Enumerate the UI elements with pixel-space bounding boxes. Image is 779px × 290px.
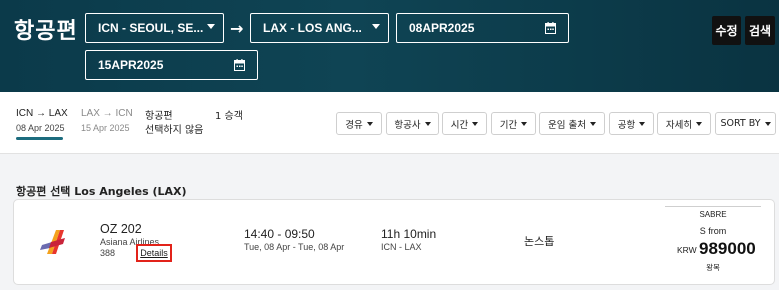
price-amount: 989000 xyxy=(699,239,756,258)
leg-route: LAX → ICN xyxy=(81,108,133,119)
leg-tab-outbound[interactable]: ICN → LAX 08 Apr 2025 xyxy=(16,108,68,133)
caret-down-icon xyxy=(521,121,528,126)
filter-label: 항공사 xyxy=(394,119,421,131)
flight-duration: 11h 10min xyxy=(381,227,437,241)
calendar-icon xyxy=(234,59,245,71)
flight-status: 선택하지 않음 xyxy=(145,125,204,136)
edit-button[interactable]: 수정 xyxy=(712,16,741,45)
origin-value: ICN - SEOUL, SE... xyxy=(98,21,204,35)
flight-number: OZ 202 xyxy=(100,222,142,236)
chevron-down-icon xyxy=(207,24,215,29)
stops-label: 논스톱 xyxy=(524,235,555,248)
passenger-count: 1 승객 xyxy=(215,111,243,122)
destination-value: LAX - LOS ANG... xyxy=(263,21,362,35)
section-title: 항공편 선택 Los Angeles (LAX) xyxy=(16,185,187,198)
filter-airline[interactable]: 항공사 xyxy=(386,112,439,135)
filter-label: SORT BY xyxy=(720,118,761,129)
origin-select[interactable]: ICN - SEOUL, SE... xyxy=(85,13,224,43)
filter-label: 운임 출처 xyxy=(548,119,586,131)
page-title: 항공편 xyxy=(14,19,78,44)
caret-down-icon xyxy=(472,121,479,126)
filter-more[interactable]: 자세히 xyxy=(657,112,711,135)
filter-label: 기간 xyxy=(499,119,518,131)
price-box[interactable]: SABRE S from KRW 989000 왕복 xyxy=(665,206,761,278)
caret-down-icon xyxy=(589,121,596,126)
aircraft-type: 388 xyxy=(100,248,116,258)
caret-down-icon xyxy=(764,121,771,126)
trip-type: 왕복 xyxy=(706,263,720,272)
leg-route: ICN → LAX xyxy=(16,108,68,119)
return-date-value: 15APR2025 xyxy=(98,58,164,72)
chevron-down-icon xyxy=(372,24,380,29)
caret-down-icon xyxy=(696,121,703,126)
filter-fare-source[interactable]: 운임 출처 xyxy=(539,112,605,135)
caret-down-icon xyxy=(424,121,431,126)
price-from-label: S from xyxy=(699,226,727,236)
flight-times: 14:40 - 09:50 xyxy=(244,227,315,241)
origin-destination: ICN - LAX xyxy=(381,242,422,252)
leg-tab-return[interactable]: LAX → ICN 15 Apr 2025 xyxy=(81,108,133,133)
filter-duration[interactable]: 기간 xyxy=(491,112,536,135)
filter-time[interactable]: 시간 xyxy=(442,112,487,135)
caret-down-icon xyxy=(366,121,373,126)
flight-dates: Tue, 08 Apr - Tue, 08 Apr xyxy=(244,242,345,252)
flight-label: 항공편 xyxy=(145,111,173,122)
flight-result-card[interactable]: OZ 202 Asiana Airlines 388 Details 14:40… xyxy=(13,199,775,285)
route-arrow-icon: → xyxy=(230,19,244,38)
return-date-field[interactable]: 15APR2025 xyxy=(85,50,258,80)
active-tab-indicator xyxy=(16,137,63,140)
filter-stops[interactable]: 경유 xyxy=(336,112,382,135)
filter-label: 공항 xyxy=(617,119,636,131)
sort-by-dropdown[interactable]: SORT BY xyxy=(715,112,776,135)
search-header: 항공편 ICN - SEOUL, SE... → LAX - LOS ANG..… xyxy=(0,0,779,92)
filter-label: 시간 xyxy=(450,119,469,131)
filter-label: 경유 xyxy=(345,119,363,131)
depart-date-value: 08APR2025 xyxy=(409,21,475,35)
leg-date: 08 Apr 2025 xyxy=(16,123,65,133)
asiana-airlines-logo xyxy=(40,230,65,254)
caret-down-icon xyxy=(639,121,646,126)
filter-label: 자세히 xyxy=(665,119,693,131)
calendar-icon xyxy=(545,22,556,34)
depart-date-field[interactable]: 08APR2025 xyxy=(396,13,569,43)
filter-airport[interactable]: 공항 xyxy=(609,112,654,135)
currency-label: KRW xyxy=(677,245,697,255)
filter-bar: ICN → LAX 08 Apr 2025 LAX → ICN 15 Apr 2… xyxy=(0,92,779,154)
details-link[interactable]: Details xyxy=(136,244,172,262)
leg-date: 15 Apr 2025 xyxy=(81,123,130,133)
price-source: SABRE xyxy=(699,210,727,219)
search-button[interactable]: 검색 xyxy=(745,16,775,45)
destination-select[interactable]: LAX - LOS ANG... xyxy=(250,13,389,43)
